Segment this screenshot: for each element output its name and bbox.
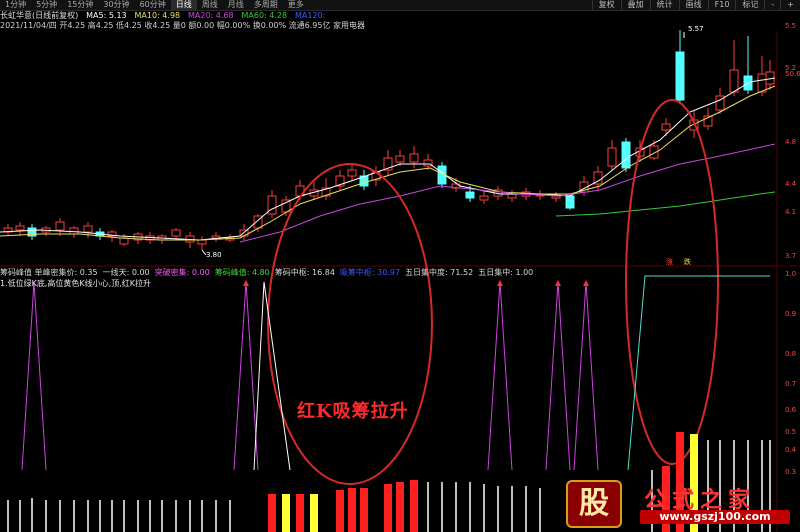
candle-body xyxy=(197,239,207,245)
volume-bar xyxy=(336,490,344,532)
volume-bar xyxy=(229,500,231,532)
overlay-annotation: 红K吸筹拉升 xyxy=(297,401,409,422)
candle-body xyxy=(757,73,767,93)
volume-bar xyxy=(111,500,113,532)
price-axis-label: 4.4 xyxy=(785,180,797,188)
volume-bar xyxy=(396,482,404,532)
volume-bar xyxy=(296,494,304,532)
down-mark: 跌 xyxy=(684,257,691,266)
indicator-value: 一线天: 0.00 xyxy=(102,268,150,277)
candle-body xyxy=(171,229,181,237)
signal-spike xyxy=(233,281,259,471)
candle-body xyxy=(661,123,671,131)
peak-high-label: 5.57 xyxy=(688,25,704,33)
candle-body xyxy=(675,51,685,101)
volume-bar xyxy=(215,500,217,532)
ma20-line xyxy=(239,143,776,243)
indicator-value: 筹码峰值 单峰密集价: 0.35 xyxy=(0,268,98,277)
volume-bar xyxy=(19,500,21,532)
ma60-line xyxy=(555,191,776,217)
indicator-value: 突破密集: 0.00 xyxy=(154,268,210,277)
volume-bar xyxy=(123,500,125,532)
volume-bar xyxy=(497,486,499,532)
volume-bar xyxy=(469,482,471,532)
volume-bar xyxy=(137,500,139,532)
candle-body xyxy=(729,69,739,93)
candle-body xyxy=(565,195,575,209)
up-mark: 涨 xyxy=(666,257,673,266)
volume-bar xyxy=(87,500,89,532)
volume-bar xyxy=(175,500,177,532)
volume-bar xyxy=(384,484,392,532)
candle-body xyxy=(69,227,79,235)
watermark-logo: 股 xyxy=(566,480,622,528)
kline-chart[interactable]: 5.55.250.64.84.44.13.71.00.90.80.70.60.5… xyxy=(0,0,800,532)
candle-body xyxy=(395,155,405,163)
sub-axis-label: 0.7 xyxy=(785,380,796,388)
watermark-url: www.gszj100.com xyxy=(640,510,790,524)
volume-bar xyxy=(45,500,47,532)
indicator-value: 五日集中度: 71.52 xyxy=(405,268,474,277)
volume-bar xyxy=(441,482,443,532)
indicator-value: 筹码中枢: 16.84 xyxy=(274,268,335,277)
volume-bar xyxy=(427,482,429,532)
candle-body xyxy=(507,193,517,199)
price-axis-label: 4.8 xyxy=(785,138,796,146)
indicator-value: 吸筹中枢: 30.97 xyxy=(339,268,401,277)
candle-body xyxy=(621,141,631,169)
volume-bar xyxy=(525,486,527,532)
volume-bar xyxy=(189,500,191,532)
sub-axis-label: 0.6 xyxy=(785,406,797,414)
sub-axis-label: 0.4 xyxy=(785,446,797,454)
sub-axis-label: 0.3 xyxy=(785,468,796,476)
signal-spike xyxy=(487,281,513,471)
candle-body xyxy=(15,225,25,231)
volume-bar xyxy=(99,500,101,532)
price-axis-label: 3.7 xyxy=(785,252,796,260)
price-axis-label: 4.1 xyxy=(785,208,796,216)
candle-body xyxy=(607,147,617,167)
indicator-value: 五日集中: 1.00 xyxy=(478,268,534,277)
site-watermark: 股 公式之家 www.gszj100.com xyxy=(560,478,800,532)
signal-spike xyxy=(21,281,47,471)
volume-bar xyxy=(410,480,418,532)
sub-axis-label: 0.9 xyxy=(785,310,796,318)
volume-bar xyxy=(73,500,75,532)
price-axis-label: 50.6 xyxy=(785,70,800,78)
indicator-legend-bar: 筹码峰值 单峰密集价: 0.35 一线天: 0.00 突破密集: 0.00 筹码峰值:… xyxy=(0,267,800,278)
indicator-value: 筹码峰值: 4.80 xyxy=(214,268,270,277)
candle-body xyxy=(409,153,419,163)
indicator-note: 1.低位绿K底,高位黄色K线小心,顶,红K拉升 xyxy=(0,279,151,288)
candle-body xyxy=(55,221,65,231)
price-axis-label: 5.5 xyxy=(785,22,796,30)
candle-body xyxy=(119,237,129,245)
volume-bar xyxy=(201,500,203,532)
volume-bar xyxy=(310,494,318,532)
volume-bar xyxy=(161,500,163,532)
sub-axis-label: 0.8 xyxy=(785,350,796,358)
volume-bar xyxy=(455,482,457,532)
volume-bar xyxy=(511,486,513,532)
volume-bar xyxy=(7,500,9,532)
candle-body xyxy=(479,195,489,201)
candle-body xyxy=(83,225,93,233)
volume-bar xyxy=(268,494,276,532)
volume-bar xyxy=(59,500,61,532)
indicator-note-bar: 1.低位绿K底,高位黄色K线小心,顶,红K拉升 xyxy=(0,279,800,289)
volume-bar xyxy=(539,488,541,532)
sub-axis-label: 0.5 xyxy=(785,428,796,436)
peak-low-label: 3.80 xyxy=(206,251,222,259)
volume-bar xyxy=(348,488,356,532)
signal-spike xyxy=(545,281,571,471)
volume-bar xyxy=(282,494,290,532)
signal-spike xyxy=(573,281,599,471)
volume-bar xyxy=(483,484,485,532)
highlight-ellipse xyxy=(267,163,433,485)
volume-bar xyxy=(149,500,151,532)
volume-bar xyxy=(360,488,368,532)
volume-bar xyxy=(31,498,33,532)
candle-body xyxy=(347,169,357,177)
candle-body xyxy=(465,191,475,199)
